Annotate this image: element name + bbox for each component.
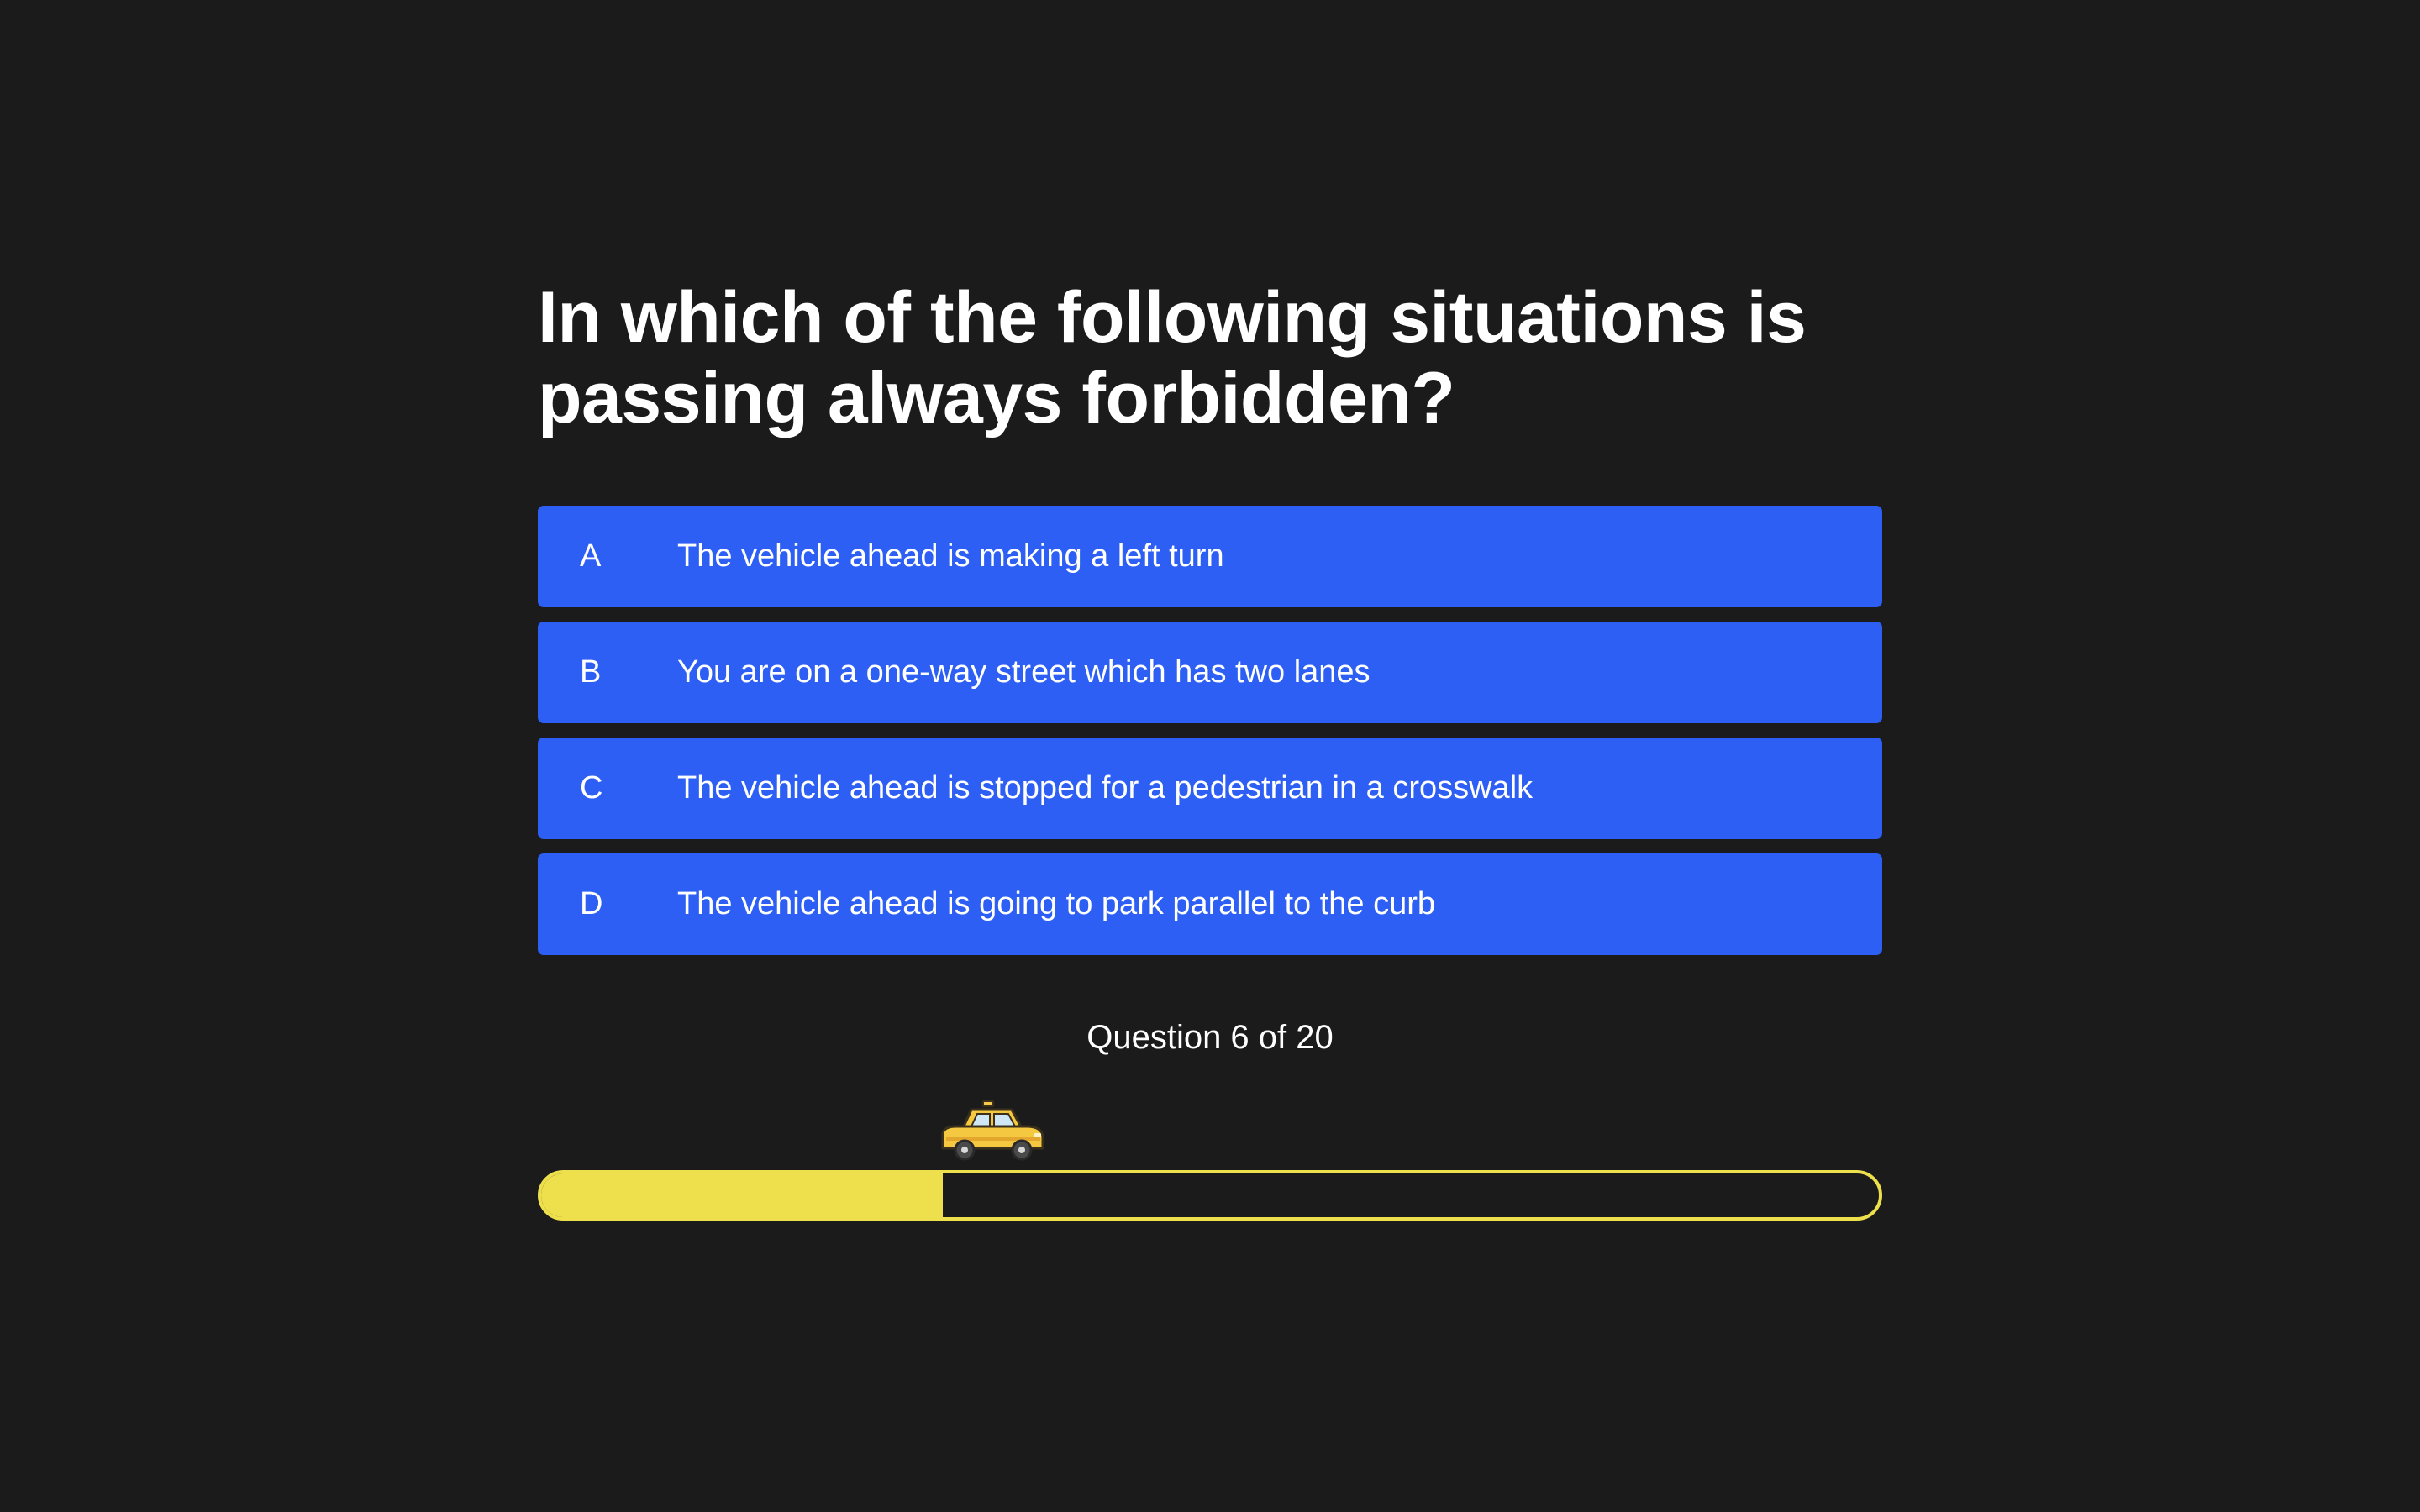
answer-text: You are on a one-way street which has tw… (677, 654, 1370, 690)
quiz-container: In which of the following situations is … (538, 277, 1882, 1226)
answer-option-d[interactable]: D The vehicle ahead is going to park par… (538, 853, 1882, 955)
answer-option-b[interactable]: B You are on a one-way street which has … (538, 622, 1882, 723)
progress-area (538, 1100, 1882, 1226)
answer-option-a[interactable]: A The vehicle ahead is making a left tur… (538, 506, 1882, 607)
answer-list: A The vehicle ahead is making a left tur… (538, 506, 1882, 955)
taxi-icon (938, 1100, 1047, 1162)
answer-letter: B (580, 654, 602, 690)
progress-bar (538, 1170, 1882, 1221)
answer-text: The vehicle ahead is going to park paral… (677, 886, 1435, 921)
answer-letter: A (580, 538, 602, 574)
question-counter: Question 6 of 20 (1086, 1019, 1334, 1056)
answer-letter: D (580, 886, 603, 921)
answer-letter: C (580, 770, 603, 806)
answer-text: The vehicle ahead is stopped for a pedes… (677, 770, 1534, 806)
answer-option-c[interactable]: C The vehicle ahead is stopped for a ped… (538, 738, 1882, 839)
progress-bar-fill (541, 1173, 943, 1217)
answer-text: The vehicle ahead is making a left turn (677, 538, 1224, 574)
question-title: In which of the following situations is … (538, 277, 1807, 438)
